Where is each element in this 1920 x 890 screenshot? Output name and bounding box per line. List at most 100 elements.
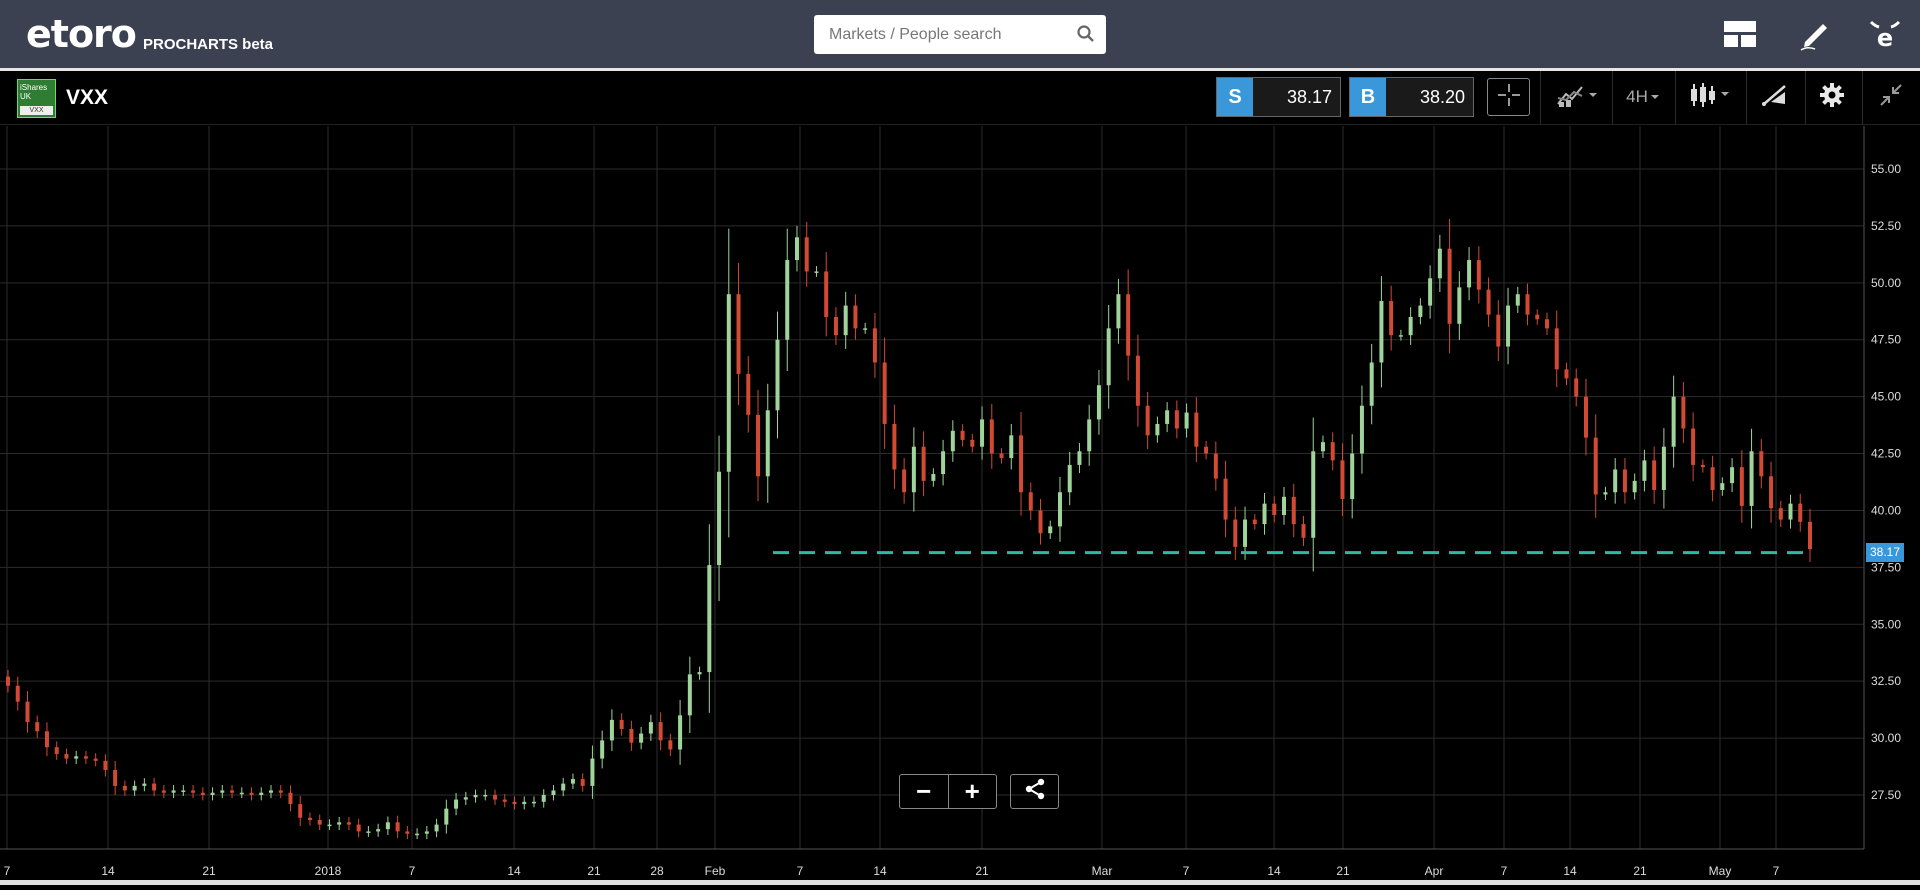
chart-type-button[interactable]	[1684, 78, 1738, 116]
candle-body	[648, 722, 653, 734]
etoro-logo[interactable]: etoro	[26, 12, 137, 56]
chart-bottom-border	[0, 880, 1920, 885]
procharts-label: PROCHARTS beta	[143, 36, 274, 53]
candle-body	[580, 779, 585, 786]
timeframe-label: 4H	[1626, 87, 1648, 106]
candle-body	[1369, 362, 1374, 406]
search-input[interactable]	[814, 15, 1054, 54]
candle-body	[687, 674, 692, 716]
instrument-logo: iShares UK VXX	[17, 79, 56, 118]
candle-body	[1457, 287, 1462, 324]
candle-body	[1671, 396, 1676, 447]
candle-body	[220, 790, 225, 793]
instrument-name: VXX	[66, 86, 109, 109]
candle-body	[142, 783, 147, 786]
sell-button[interactable]: S 38.17	[1216, 77, 1341, 117]
x-tick-label: 21	[975, 864, 989, 878]
candle-body	[970, 439, 975, 447]
indicators-button[interactable]	[1550, 78, 1605, 116]
candle-body	[181, 790, 186, 792]
candle-body	[200, 792, 205, 795]
candle-body	[746, 373, 751, 415]
candle-body	[1769, 476, 1774, 509]
toolbar-separator	[1805, 71, 1806, 125]
candle-body	[161, 790, 166, 793]
candle-body	[171, 790, 176, 793]
candle-body	[1759, 451, 1764, 477]
pencil-icon[interactable]	[1795, 14, 1835, 54]
candle-body	[1145, 405, 1150, 436]
x-tick-label: 7	[1773, 864, 1780, 878]
candle-body	[1681, 396, 1686, 429]
gear-icon	[1818, 81, 1846, 114]
candle-body	[1613, 469, 1618, 493]
share-button[interactable]	[1010, 774, 1059, 809]
candle-body	[1554, 328, 1559, 370]
candle-body	[843, 305, 848, 336]
candle-body	[249, 792, 254, 795]
candle-body	[434, 824, 439, 832]
candlestick-icon	[1689, 81, 1733, 114]
price-chart[interactable]: 55.00 52.50 50.00 47.50 45.00 42.50 40.00 37.50…	[0, 126, 1920, 885]
x-tick-label: 7	[797, 864, 804, 878]
candle-body	[697, 672, 702, 675]
instrument-logo-line-1: iShares	[20, 83, 48, 92]
candle-body	[1720, 483, 1725, 490]
y-tick-label: 42.50	[1871, 447, 1901, 461]
candle-body	[892, 423, 897, 470]
candle-body	[113, 769, 118, 786]
candle-body	[756, 414, 761, 477]
candle-body	[1019, 435, 1024, 493]
candlestick-chart[interactable]: 55.00 52.50 50.00 47.50 45.00 42.50 40.00 37.50…	[0, 126, 1920, 885]
candle-body	[775, 339, 780, 411]
candle-body	[346, 822, 351, 825]
indicators-icon	[1556, 82, 1600, 113]
etoro-e-icon[interactable]: e	[1865, 14, 1905, 54]
candle-body	[483, 795, 488, 797]
drawing-tools-button[interactable]	[1754, 78, 1796, 116]
collapse-icon	[1878, 82, 1904, 113]
candle-body	[1661, 446, 1666, 490]
current-price-tag: 38.17	[1866, 543, 1904, 562]
candle-body	[678, 715, 683, 750]
zoom-out-button[interactable]: −	[900, 775, 949, 808]
candle-body	[1077, 451, 1082, 465]
zoom-in-button[interactable]: +	[949, 775, 997, 808]
layout-icon[interactable]	[1720, 14, 1760, 54]
candle-body	[83, 756, 88, 759]
candle-body	[1700, 464, 1705, 468]
candle-body	[1574, 378, 1579, 397]
toolbar-separator	[1862, 71, 1863, 125]
buy-label: B	[1350, 78, 1386, 116]
candle-body	[1467, 260, 1472, 288]
search-icon[interactable]	[1076, 24, 1096, 49]
x-tick-label: 7	[4, 864, 11, 878]
candle-body	[444, 808, 449, 825]
candle-body	[931, 474, 936, 481]
y-tick-label: 45.00	[1871, 390, 1901, 404]
search-box[interactable]	[814, 15, 1106, 54]
collapse-button[interactable]	[1870, 78, 1912, 116]
y-tick-label: 35.00	[1871, 617, 1901, 631]
candle-body	[103, 760, 108, 770]
candle-body	[1652, 460, 1657, 490]
y-tick-label: 52.50	[1871, 219, 1901, 233]
instrument-logo-ticker: VXX	[20, 106, 53, 115]
candle-body	[1730, 467, 1735, 484]
settings-button[interactable]	[1812, 78, 1852, 116]
crosshair-button[interactable]	[1487, 78, 1530, 116]
x-tick-label: May	[1709, 864, 1732, 878]
candle-body	[298, 804, 303, 818]
buy-button[interactable]: B 38.20	[1349, 77, 1474, 117]
crosshair-icon	[1496, 82, 1522, 113]
y-tick-label: 50.00	[1871, 276, 1901, 290]
candle-body	[1291, 496, 1296, 525]
candle-body	[35, 722, 40, 732]
candle-body	[473, 795, 478, 798]
candle-body	[980, 419, 985, 447]
candle-body	[93, 758, 98, 761]
candle-body	[210, 792, 215, 795]
timeframe-button[interactable]: 4H	[1620, 78, 1668, 116]
candle-body	[307, 817, 312, 821]
candle-body	[1788, 503, 1793, 520]
